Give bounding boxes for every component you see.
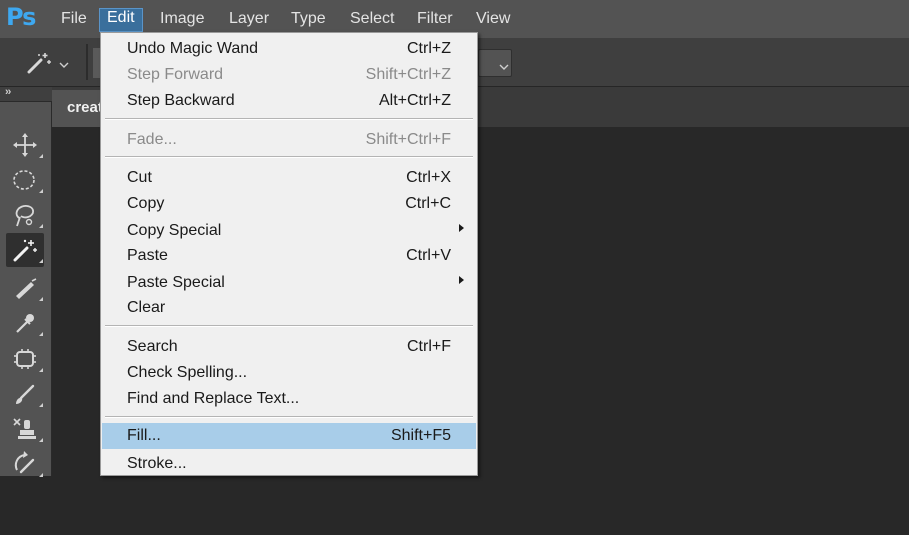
menu-view[interactable]: View	[469, 9, 517, 31]
menu-edit[interactable]: Edit	[99, 8, 143, 32]
clone-stamp-icon[interactable]	[6, 412, 44, 446]
move-icon[interactable]	[6, 128, 44, 162]
menu-layer[interactable]: Layer	[222, 9, 276, 31]
eyedropper-icon[interactable]	[6, 306, 44, 340]
edit-menu-dropdown: Undo Magic Wand Ctrl+Z Step Forward Shif…	[100, 32, 478, 476]
crop-icon[interactable]	[6, 271, 44, 305]
magic-wand-icon[interactable]	[26, 52, 52, 79]
menu-item-clear[interactable]: Clear	[102, 295, 476, 321]
menu-item-fill[interactable]: Fill... Shift+F5	[102, 423, 476, 449]
history-brush-icon[interactable]	[6, 447, 44, 481]
elliptical-marquee-icon[interactable]	[6, 163, 44, 197]
menu-separator	[105, 118, 473, 120]
menu-item-fade[interactable]: Fade... Shift+Ctrl+F	[102, 127, 476, 153]
menu-select[interactable]: Select	[343, 9, 401, 31]
magic-wand-icon[interactable]	[6, 233, 44, 267]
menu-item-find-and-replace-text[interactable]: Find and Replace Text...	[102, 386, 476, 412]
photoshop-logo: Ps	[6, 3, 36, 31]
submenu-arrow-icon	[459, 276, 464, 284]
lasso-icon[interactable]	[6, 198, 44, 232]
menu-image[interactable]: Image	[153, 9, 211, 31]
patch-icon[interactable]	[6, 342, 44, 376]
chevron-down-icon[interactable]	[499, 58, 509, 76]
menu-item-paste[interactable]: Paste Ctrl+V	[102, 243, 476, 269]
menu-item-check-spelling[interactable]: Check Spelling...	[102, 360, 476, 386]
menu-item-cut[interactable]: Cut Ctrl+X	[102, 165, 476, 191]
menu-item-step-backward[interactable]: Step Backward Alt+Ctrl+Z	[102, 88, 476, 114]
double-chevron-right-icon[interactable]: ››	[5, 86, 11, 98]
menu-separator	[105, 416, 473, 418]
brush-icon[interactable]	[6, 377, 44, 411]
chevron-down-icon[interactable]	[59, 56, 69, 74]
options-panel-edge	[93, 48, 100, 78]
menu-separator	[105, 325, 473, 327]
menu-item-copy-special[interactable]: Copy Special	[102, 218, 476, 244]
menu-item-search[interactable]: Search Ctrl+F	[102, 334, 476, 360]
menu-item-step-forward[interactable]: Step Forward Shift+Ctrl+Z	[102, 62, 476, 88]
menu-item-stroke[interactable]: Stroke...	[102, 451, 476, 477]
menu-item-undo-magic-wand[interactable]: Undo Magic Wand Ctrl+Z	[102, 36, 476, 62]
menu-filter[interactable]: Filter	[410, 9, 460, 31]
menu-item-paste-special[interactable]: Paste Special	[102, 270, 476, 296]
menu-file[interactable]: File	[54, 9, 94, 31]
submenu-arrow-icon	[459, 224, 464, 232]
menu-type[interactable]: Type	[284, 9, 333, 31]
menu-item-copy[interactable]: Copy Ctrl+C	[102, 191, 476, 217]
menu-separator	[105, 156, 473, 158]
options-divider	[86, 44, 88, 80]
